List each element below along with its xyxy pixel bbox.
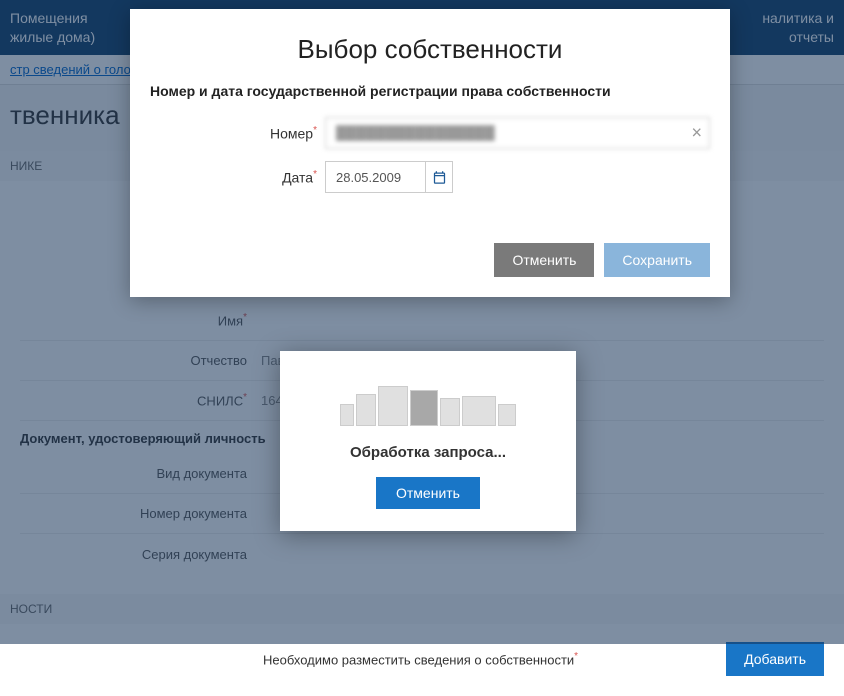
loading-modal: Обработка запроса... Отменить <box>280 351 576 531</box>
clear-icon[interactable]: × <box>691 123 702 144</box>
loading-cancel-button[interactable]: Отменить <box>376 477 480 509</box>
add-button[interactable]: Добавить <box>726 642 824 676</box>
modal-title: Выбор собственности <box>150 34 710 65</box>
modal-cancel-button[interactable]: Отменить <box>494 243 594 277</box>
modal-date-input[interactable] <box>325 161 425 193</box>
modal-number-label: Номер* <box>150 125 325 142</box>
loading-text: Обработка запроса... <box>300 444 556 461</box>
ownership-notice: Необходимо разместить сведения о собстве… <box>263 651 578 667</box>
modal-number-input[interactable] <box>325 117 710 149</box>
modal-ownership: Выбор собственности Номер и дата государ… <box>130 9 730 297</box>
city-illustration-icon <box>300 376 556 426</box>
modal-save-button[interactable]: Сохранить <box>604 243 710 277</box>
modal-subtitle: Номер и дата государственной регистрации… <box>150 83 710 99</box>
calendar-icon[interactable] <box>425 161 453 193</box>
modal-date-label: Дата* <box>150 169 325 186</box>
